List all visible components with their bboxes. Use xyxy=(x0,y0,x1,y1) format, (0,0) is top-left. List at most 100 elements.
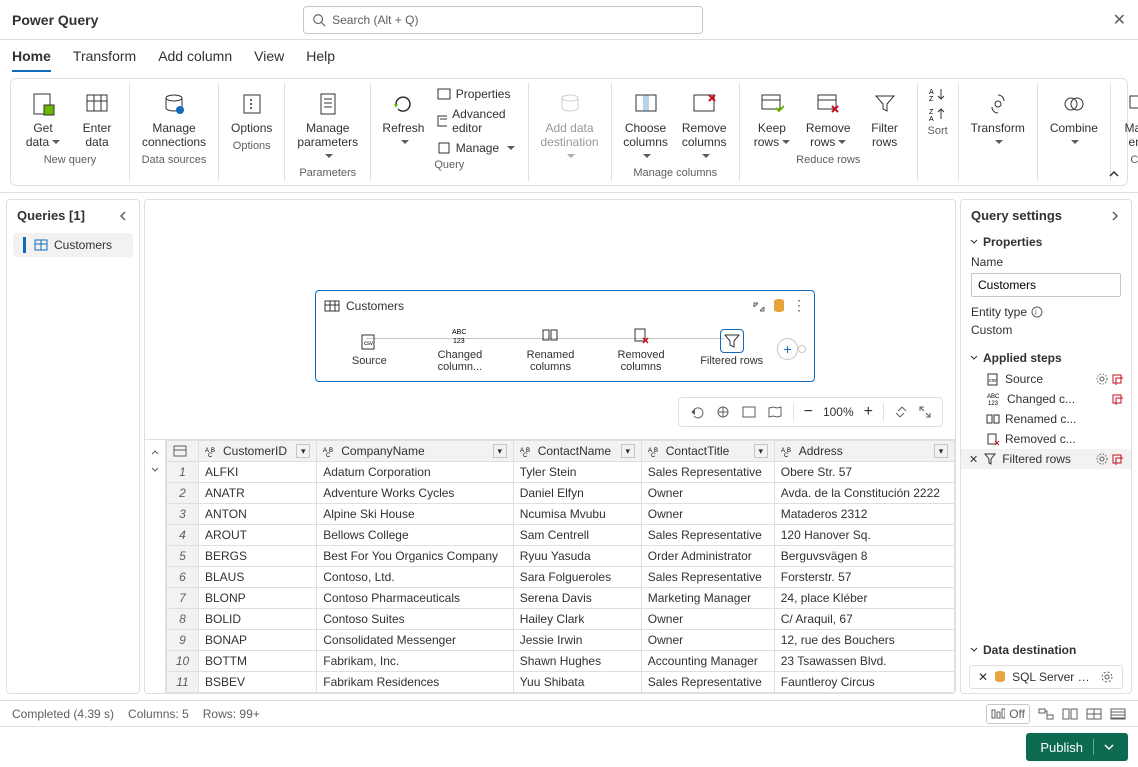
fit-icon[interactable] xyxy=(715,404,731,420)
zoom-out-button[interactable]: − xyxy=(804,403,813,421)
table-row[interactable]: 7BLONPContoso PharmaceuticalsSerena Davi… xyxy=(167,588,955,609)
table-row[interactable]: 6BLAUSContoso, Ltd.Sara FolguerolesSales… xyxy=(167,567,955,588)
status-rows: Rows: 99+ xyxy=(203,707,260,721)
close-button[interactable]: ✕ xyxy=(1113,10,1126,30)
tab-transform[interactable]: Transform xyxy=(73,48,136,72)
table-row[interactable]: 9BONAPConsolidated MessengerJessie Irwin… xyxy=(167,630,955,651)
sort-asc-button[interactable]: AZ xyxy=(926,85,950,103)
column-header-contactname[interactable]: ABCContactName▾ xyxy=(513,441,641,462)
tab-view[interactable]: View xyxy=(254,48,284,72)
tab-home[interactable]: Home xyxy=(12,48,51,72)
table-row[interactable]: 2ANATRAdventure Works CyclesDaniel Elfyn… xyxy=(167,483,955,504)
enter-data-button[interactable]: Enter data xyxy=(73,85,121,152)
table-row[interactable]: 8BOLIDContoso SuitesHailey ClarkOwnerC/ … xyxy=(167,609,955,630)
table-row[interactable]: 4AROUTBellows CollegeSam CentrellSales R… xyxy=(167,525,955,546)
step-source[interactable]: csv Source xyxy=(324,330,415,367)
output-icon[interactable] xyxy=(1111,453,1123,465)
expand-preview-icon[interactable] xyxy=(149,464,161,476)
zoom-in-button[interactable]: + xyxy=(864,403,873,421)
choose-columns-button[interactable]: Choose columns xyxy=(620,85,672,165)
output-icon[interactable] xyxy=(1111,373,1123,385)
keep-rows-button[interactable]: Keep rows xyxy=(748,85,796,152)
get-data-button[interactable]: Get data xyxy=(19,85,67,152)
collapse-settings-button[interactable] xyxy=(1109,210,1121,222)
svg-text:ABC: ABC xyxy=(987,394,1000,400)
output-icon[interactable] xyxy=(1111,393,1123,405)
expand-card-icon[interactable] xyxy=(752,299,766,313)
applied-step-2[interactable]: Renamed c... xyxy=(961,409,1131,429)
refresh-button[interactable]: Refresh xyxy=(379,85,428,152)
undo-icon[interactable] xyxy=(689,404,705,420)
gear-icon[interactable] xyxy=(1096,373,1108,385)
applied-step-4[interactable]: ✕Filtered rows xyxy=(961,449,1131,469)
column-header-contacttitle[interactable]: ABCContactTitle▾ xyxy=(641,441,774,462)
expand-diagram-icon[interactable] xyxy=(918,405,932,419)
query-diagram-card[interactable]: Customers ⋮ csv Source ABC123 Changed co… xyxy=(315,290,815,382)
applied-steps-section-toggle[interactable]: Applied steps xyxy=(961,347,1131,369)
remove-destination-icon[interactable]: ✕ xyxy=(978,670,988,684)
applied-step-1[interactable]: ABC123Changed c... xyxy=(961,389,1131,409)
step-renamed-columns[interactable]: Renamed columns xyxy=(505,324,596,373)
table-row[interactable]: 5BERGSBest For You Organics CompanyRyuu … xyxy=(167,546,955,567)
manage-query-button[interactable]: Manage xyxy=(434,139,520,157)
manage-connections-button[interactable]: Manage connections xyxy=(138,85,210,152)
properties-section-toggle[interactable]: Properties xyxy=(961,231,1131,253)
table-row[interactable]: 11BSBEVFabrikam ResidencesYuu ShibataSal… xyxy=(167,672,955,693)
map-icon[interactable] xyxy=(767,404,783,420)
fullscreen-icon[interactable] xyxy=(741,404,757,420)
options-button[interactable]: Options xyxy=(227,85,276,138)
more-icon[interactable]: ⋮ xyxy=(792,297,806,314)
data-destination-item[interactable]: ✕ SQL Server data... xyxy=(969,665,1123,689)
map-to-entity-button[interactable]: CDM Map to entity xyxy=(1119,85,1138,152)
transform-button[interactable]: Transform xyxy=(967,85,1029,152)
grid-view-icon[interactable] xyxy=(1086,707,1102,721)
table-row[interactable]: 1ALFKIAdatum CorporationTyler SteinSales… xyxy=(167,462,955,483)
collapse-ribbon-button[interactable] xyxy=(1107,167,1121,181)
remove-rows-button[interactable]: Remove rows xyxy=(802,85,855,152)
data-destination-section-toggle[interactable]: Data destination xyxy=(961,639,1131,661)
properties-button[interactable]: Properties xyxy=(434,85,520,103)
combine-button[interactable]: Combine xyxy=(1046,85,1102,152)
schema-view-icon[interactable] xyxy=(1062,707,1078,721)
diagram-card-title: Customers xyxy=(346,299,404,313)
filter-rows-button[interactable]: Filter rows xyxy=(861,85,909,152)
publish-button[interactable]: Publish xyxy=(1026,733,1128,761)
data-preview-table[interactable]: ABCCustomerID▾ABCCompanyName▾ABCContactN… xyxy=(166,440,955,693)
column-profile-toggle[interactable]: Off xyxy=(986,704,1030,724)
delete-step-icon[interactable]: ✕ xyxy=(969,453,978,466)
column-header-companyname[interactable]: ABCCompanyName▾ xyxy=(317,441,513,462)
collapse-queries-button[interactable] xyxy=(117,210,129,222)
gear-icon[interactable] xyxy=(1100,670,1114,684)
step-changed-column[interactable]: ABC123 Changed column... xyxy=(415,324,506,373)
query-name-input[interactable] xyxy=(971,273,1121,297)
column-header-customerid[interactable]: ABCCustomerID▾ xyxy=(199,441,317,462)
search-input[interactable]: Search (Alt + Q) xyxy=(303,6,703,34)
applied-step-0[interactable]: csvSource xyxy=(961,369,1131,389)
applied-step-3[interactable]: Removed c... xyxy=(961,429,1131,449)
info-icon[interactable]: i xyxy=(1031,306,1043,318)
collapse-preview-icon[interactable] xyxy=(149,446,161,458)
tab-help[interactable]: Help xyxy=(306,48,335,72)
advanced-editor-button[interactable]: Advanced editor xyxy=(434,105,520,137)
gear-icon[interactable] xyxy=(1096,453,1108,465)
zoom-toolbar: − 100% + xyxy=(678,397,943,427)
manage-parameters-button[interactable]: Manage parameters xyxy=(293,85,362,165)
column-header-address[interactable]: ABCAddress▾ xyxy=(774,441,954,462)
ribbon: Get data Enter data New query Manage con… xyxy=(10,78,1128,186)
table-row[interactable]: 10BOTTMFabrikam, Inc.Shawn HughesAccount… xyxy=(167,651,955,672)
step-filtered-rows[interactable]: Filtered rows xyxy=(686,330,777,367)
sort-desc-button[interactable]: ZA xyxy=(926,105,950,123)
tab-add-column[interactable]: Add column xyxy=(158,48,232,72)
collapse-diagram-icon[interactable] xyxy=(894,405,908,419)
database-icon[interactable] xyxy=(772,298,786,314)
entity-type-label: Entity type xyxy=(971,305,1027,319)
remove-columns-button[interactable]: Remove columns xyxy=(678,85,731,165)
list-view-icon[interactable] xyxy=(1110,707,1126,721)
diagram-view[interactable]: Customers ⋮ csv Source ABC123 Changed co… xyxy=(145,200,955,439)
table-row[interactable]: 3ANTONAlpine Ski HouseNcumisa MvubuOwner… xyxy=(167,504,955,525)
query-item-customers[interactable]: Customers xyxy=(13,233,133,257)
group-label-options: Options xyxy=(233,140,271,152)
step-view-icon[interactable] xyxy=(1038,707,1054,721)
step-removed-columns[interactable]: Removed columns xyxy=(596,324,687,373)
add-step-button[interactable]: + xyxy=(777,338,798,360)
